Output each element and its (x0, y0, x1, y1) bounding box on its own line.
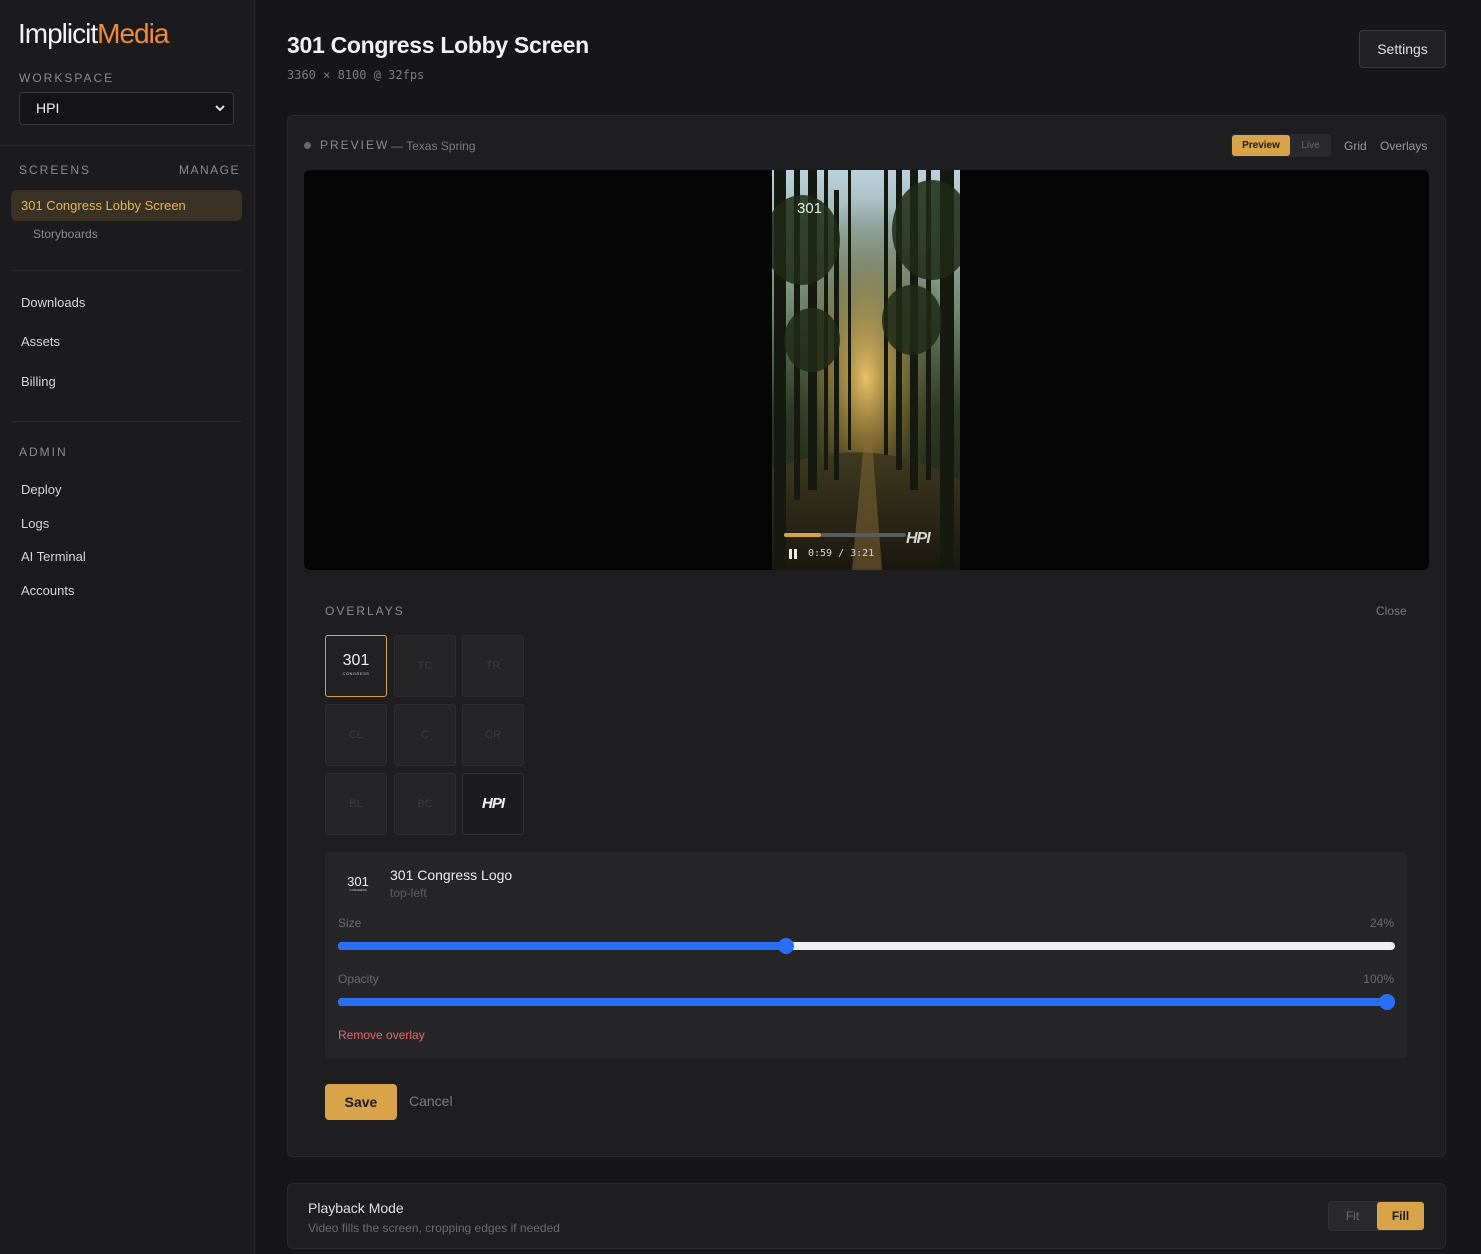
preview-mode-toggle: Preview Live (1231, 134, 1331, 157)
sidebar-item-logs[interactable]: Logs (21, 516, 49, 531)
opacity-label: Opacity (338, 972, 379, 986)
pause-icon[interactable] (788, 548, 798, 560)
workspace-select[interactable]: HPI (19, 92, 234, 125)
screens-label: SCREENS (19, 163, 92, 177)
size-slider-fill (338, 942, 787, 950)
video-progress-fill (784, 533, 821, 537)
remove-overlay-link[interactable]: Remove overlay (338, 1028, 425, 1042)
mode-live-button[interactable]: Live (1291, 135, 1330, 156)
sidebar-item-active-screen[interactable]: 301 Congress Lobby Screen (11, 190, 242, 221)
save-button[interactable]: Save (325, 1084, 397, 1120)
video-frame[interactable] (772, 170, 960, 570)
sidebar-divider (12, 421, 241, 422)
sidebar-divider (12, 270, 241, 271)
overlay-cell-tc[interactable]: TC (394, 635, 456, 697)
sidebar-item-storyboards[interactable]: Storyboards (33, 227, 98, 241)
overlay-cell-tr[interactable]: TR (462, 635, 524, 697)
size-value: 24% (1369, 916, 1394, 930)
page-title: 301 Congress Lobby Screen (287, 32, 589, 58)
mode-preview-button[interactable]: Preview (1232, 135, 1290, 156)
video-stage[interactable]: 301 HPI 0:59 / 3:21 (304, 170, 1429, 570)
playback-fill-button[interactable]: Fill (1377, 1202, 1424, 1230)
brand-name-part2: Media (97, 18, 169, 49)
playback-mode-description: Video fills the screen, cropping edges i… (308, 1221, 560, 1235)
logo-hpi-text: HPI (481, 795, 505, 812)
sidebar-item-assets[interactable]: Assets (21, 334, 60, 349)
overlay-position: top-left (390, 886, 427, 900)
playback-mode-title: Playback Mode (308, 1200, 404, 1216)
manage-link[interactable]: MANAGE (179, 163, 240, 177)
workspace-label: WORKSPACE (19, 71, 115, 85)
preview-content-name: — Texas Spring (391, 139, 476, 153)
cancel-button[interactable]: Cancel (409, 1093, 453, 1109)
overlay-title: 301 Congress Logo (390, 867, 513, 883)
size-label: Size (338, 916, 362, 930)
chevron-down-icon (215, 105, 225, 112)
sidebar: ImplicitMedia WORKSPACE HPI SCREENS MANA… (0, 0, 255, 1254)
overlay-cell-br[interactable]: HPI (462, 773, 524, 835)
overlay-cell-bc[interactable]: BC (394, 773, 456, 835)
page-subtitle: 3360 × 8100 @ 32fps (287, 68, 425, 82)
overlays-label: OVERLAYS (325, 604, 405, 618)
overlay-cell-cr[interactable]: CR (462, 704, 524, 766)
opacity-slider[interactable] (338, 994, 1395, 1010)
forest-video-image (772, 170, 960, 570)
detail-logo-text: 301 (347, 874, 369, 889)
video-progress-bar[interactable] (784, 533, 906, 537)
overlays-close-button[interactable]: Close (1376, 604, 1407, 618)
sidebar-divider (0, 145, 255, 146)
playback-mode-toggle: Fit Fill (1328, 1201, 1424, 1231)
logo-301-subtext: CONGRESS (342, 671, 370, 676)
video-time: 0:59 / 3:21 (808, 548, 875, 559)
playback-fit-button[interactable]: Fit (1329, 1202, 1376, 1230)
video-overlay-logo-hpi: HPI (906, 530, 931, 547)
detail-logo-subtext: CONGRESS (349, 888, 367, 892)
overlay-cell-bl[interactable]: BL (325, 773, 387, 835)
detail-logo-icon: 301 CONGRESS (346, 875, 370, 892)
sidebar-item-accounts[interactable]: Accounts (21, 583, 74, 598)
brand-logo[interactable]: ImplicitMedia (18, 18, 169, 50)
sidebar-item-downloads[interactable]: Downloads (21, 295, 85, 310)
overlay-cell-c[interactable]: C (394, 704, 456, 766)
sidebar-item-deploy[interactable]: Deploy (21, 482, 61, 497)
preview-label: PREVIEW (320, 138, 390, 152)
overlays-link[interactable]: Overlays (1380, 139, 1427, 153)
size-slider[interactable] (338, 938, 1395, 954)
opacity-slider-thumb[interactable] (1379, 994, 1395, 1010)
grid-link[interactable]: Grid (1344, 139, 1367, 153)
workspace-selected-value: HPI (36, 100, 60, 116)
logo-301-text: 301 (342, 652, 370, 669)
status-dot-icon (304, 142, 311, 149)
video-overlay-logo-301: 301 (797, 200, 823, 217)
opacity-value: 100% (1363, 972, 1394, 986)
overlay-cell-cl[interactable]: CL (325, 704, 387, 766)
sidebar-item-billing[interactable]: Billing (21, 374, 56, 389)
brand-name-part1: Implicit (18, 18, 98, 49)
sidebar-item-ai-terminal[interactable]: AI Terminal (21, 549, 86, 564)
admin-label: ADMIN (19, 445, 68, 459)
settings-button[interactable]: Settings (1359, 30, 1446, 68)
overlay-cell-tl[interactable]: 301 CONGRESS (325, 635, 387, 697)
opacity-slider-fill (338, 998, 1395, 1006)
playback-mode-panel (287, 1183, 1446, 1249)
